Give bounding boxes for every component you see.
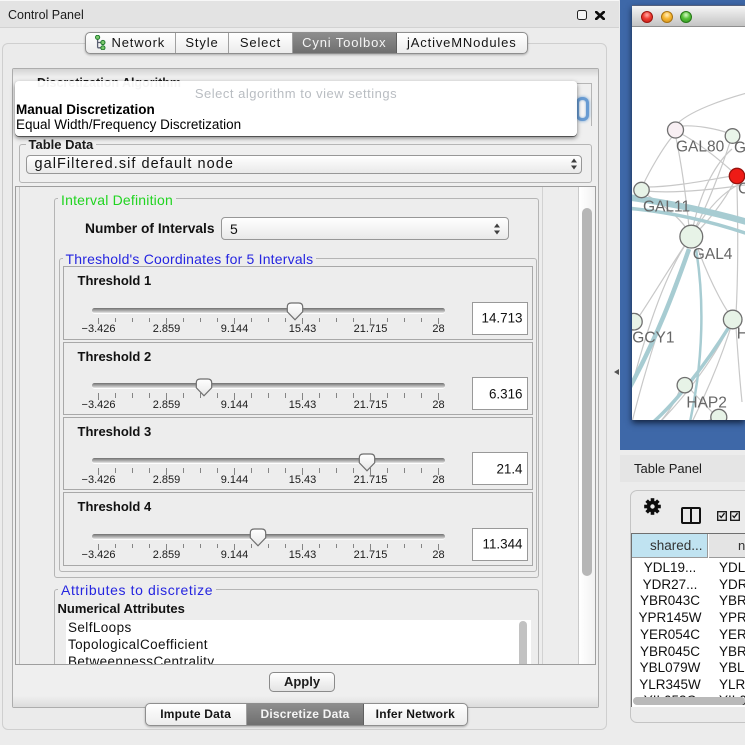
- svg-text:GAL4: GAL4: [693, 246, 733, 263]
- svg-text:H: H: [737, 326, 745, 343]
- svg-text:HAP2: HAP2: [686, 395, 727, 412]
- svg-text:C: C: [738, 181, 745, 198]
- svg-text:GAL11: GAL11: [643, 199, 690, 216]
- svg-text:GAL80: GAL80: [676, 138, 725, 155]
- svg-text:GCY1: GCY1: [632, 330, 674, 347]
- svg-text:G: G: [734, 140, 745, 157]
